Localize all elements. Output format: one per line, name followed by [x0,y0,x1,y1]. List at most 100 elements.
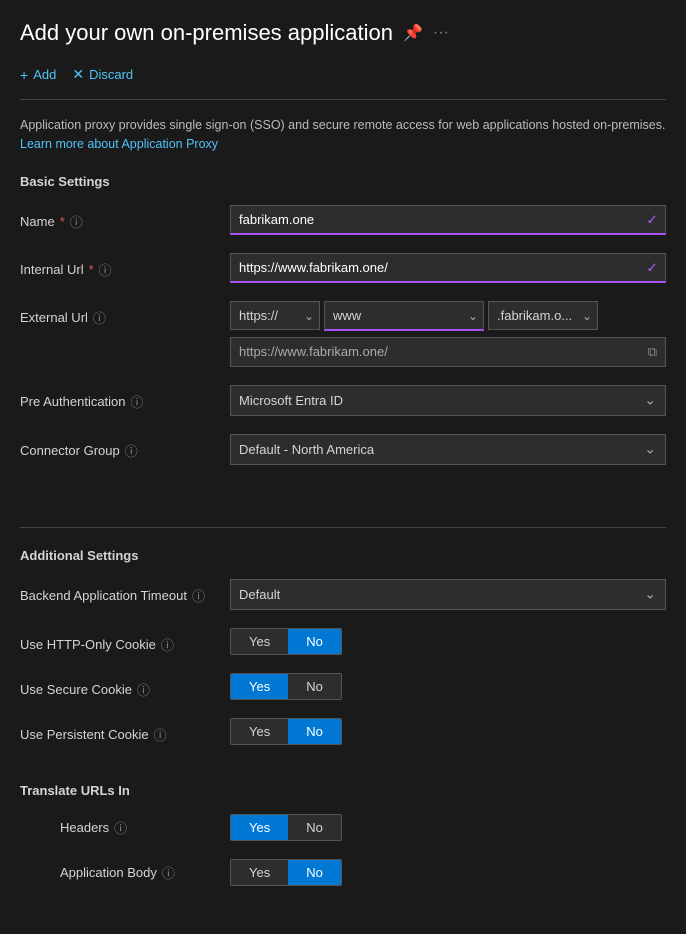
backend-timeout-row: Backend Application Timeout ⓘ Default Lo… [20,579,666,610]
divider [20,527,666,528]
name-input[interactable] [230,205,666,235]
external-url-control: https:// http:// www .fabrikam.o... http… [230,301,666,367]
translate-urls-title: Translate URLs In [20,783,666,798]
connector-group-label: Connector Group ⓘ [20,434,220,460]
backend-timeout-info-icon[interactable]: ⓘ [192,586,205,605]
secure-cookie-yes-button[interactable]: Yes [231,674,288,699]
headers-yes-button[interactable]: Yes [231,815,288,840]
connector-group-select-wrapper: Default - North America [230,434,666,465]
pre-auth-select-wrapper: Microsoft Entra ID Passthrough [230,385,666,416]
internal-url-info-icon[interactable]: ⓘ [99,260,112,279]
app-body-no-button[interactable]: No [288,860,341,885]
secure-cookie-control: Yes No [230,673,666,700]
internal-url-row: Internal Url * ⓘ ✓ [20,253,666,283]
discard-icon: ✕ [72,66,84,83]
persistent-cookie-row: Use Persistent Cookie ⓘ Yes No [20,718,666,745]
additional-settings-title: Additional Settings [20,548,666,563]
add-icon: + [20,67,28,83]
secure-cookie-label: Use Secure Cookie ⓘ [20,673,220,699]
headers-toggle: Yes No [230,814,342,841]
headers-no-button[interactable]: No [288,815,341,840]
app-body-toggle: Yes No [230,859,342,886]
external-url-selects: https:// http:// www .fabrikam.o... [230,301,666,331]
add-button-label: Add [33,67,56,82]
http-only-cookie-row: Use HTTP-Only Cookie ⓘ Yes No [20,628,666,655]
protocol-select-wrapper: https:// http:// [230,301,320,330]
discard-button-label: Discard [89,67,133,82]
toolbar: + Add ✕ Discard [20,64,666,100]
protocol-select[interactable]: https:// http:// [230,301,320,330]
name-check-icon: ✓ [646,211,658,228]
app-body-row: Application Body ⓘ Yes No [20,859,666,886]
internal-url-input-wrap: ✓ [230,253,666,283]
connector-group-row: Connector Group ⓘ Default - North Americ… [20,434,666,465]
secure-cookie-toggle: Yes No [230,673,342,700]
persistent-cookie-yes-button[interactable]: Yes [231,719,288,744]
copy-icon[interactable]: ⧉ [648,344,657,360]
headers-label: Headers ⓘ [60,818,220,837]
pre-auth-row: Pre Authentication ⓘ Microsoft Entra ID … [20,385,666,416]
internal-url-required: * [89,262,94,277]
add-button[interactable]: + Add [20,65,56,85]
http-only-info-icon[interactable]: ⓘ [161,635,174,654]
backend-timeout-select-wrapper: Default Long [230,579,666,610]
external-url-info-icon[interactable]: ⓘ [93,308,106,327]
page-title: Add your own on-premises application [20,20,393,46]
persistent-cookie-label: Use Persistent Cookie ⓘ [20,718,220,744]
name-input-wrap: ✓ [230,205,666,235]
backend-timeout-label: Backend Application Timeout ⓘ [20,579,220,605]
secure-cookie-row: Use Secure Cookie ⓘ Yes No [20,673,666,700]
discard-button[interactable]: ✕ Discard [72,64,133,85]
basic-settings-title: Basic Settings [20,174,666,189]
persistent-cookie-info-icon[interactable]: ⓘ [154,725,167,744]
more-options-icon[interactable]: ··· [433,24,449,42]
app-body-yes-button[interactable]: Yes [231,860,288,885]
domain-select-wrapper: .fabrikam.o... [488,301,598,330]
headers-control: Yes No [230,814,342,841]
pre-auth-label: Pre Authentication ⓘ [20,385,220,411]
secure-cookie-no-button[interactable]: No [288,674,341,699]
backend-timeout-select[interactable]: Default Long [230,579,666,610]
app-body-info-icon[interactable]: ⓘ [162,863,175,882]
pre-auth-control: Microsoft Entra ID Passthrough [230,385,666,416]
http-only-toggle: Yes No [230,628,342,655]
title-row: Add your own on-premises application 📌 ·… [20,20,666,46]
connector-group-select[interactable]: Default - North America [230,434,666,465]
external-url-text: https://www.fabrikam.one/ [239,344,388,359]
pin-icon[interactable]: 📌 [403,23,423,43]
name-label: Name * ⓘ [20,205,220,231]
headers-row: Headers ⓘ Yes No [20,814,666,841]
app-body-label: Application Body ⓘ [60,863,220,882]
internal-url-control: ✓ [230,253,666,283]
http-only-no-button[interactable]: No [288,629,341,654]
internal-url-label: Internal Url * ⓘ [20,253,220,279]
internal-url-input[interactable] [230,253,666,283]
backend-timeout-control: Default Long [230,579,666,610]
connector-group-control: Default - North America [230,434,666,465]
http-only-cookie-label: Use HTTP-Only Cookie ⓘ [20,628,220,654]
http-only-yes-button[interactable]: Yes [231,629,288,654]
name-required: * [60,214,65,229]
info-description: Application proxy provides single sign-o… [20,118,665,132]
info-text: Application proxy provides single sign-o… [20,116,666,154]
name-control: ✓ [230,205,666,235]
name-info-icon[interactable]: ⓘ [70,212,83,231]
persistent-cookie-no-button[interactable]: No [288,719,341,744]
learn-more-link[interactable]: Learn more about Application Proxy [20,137,218,151]
external-url-row: External Url ⓘ https:// http:// www [20,301,666,367]
internal-url-check-icon: ✓ [646,259,658,276]
headers-info-icon[interactable]: ⓘ [114,818,127,837]
external-url-display: https://www.fabrikam.one/ ⧉ [230,337,666,367]
external-url-label: External Url ⓘ [20,301,220,327]
http-only-cookie-control: Yes No [230,628,666,655]
persistent-cookie-toggle: Yes No [230,718,342,745]
pre-auth-select[interactable]: Microsoft Entra ID Passthrough [230,385,666,416]
subdomain-select-wrapper: www [324,301,484,331]
page-container: Add your own on-premises application 📌 ·… [0,0,686,934]
domain-select[interactable]: .fabrikam.o... [488,301,598,330]
secure-cookie-info-icon[interactable]: ⓘ [137,680,150,699]
pre-auth-info-icon[interactable]: ⓘ [131,392,144,411]
connector-group-info-icon[interactable]: ⓘ [125,441,138,460]
subdomain-select[interactable]: www [324,301,484,331]
persistent-cookie-control: Yes No [230,718,666,745]
